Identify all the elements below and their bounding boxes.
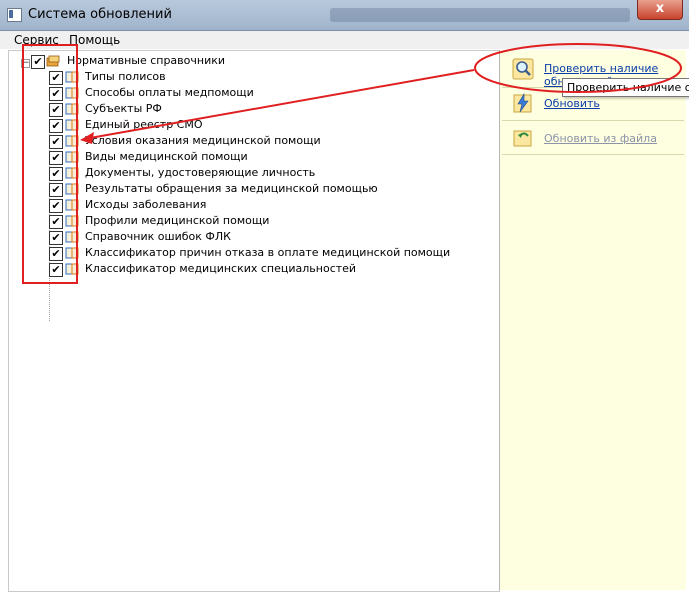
update-from-file-action[interactable]: Обновить из файла — [512, 126, 682, 154]
menu-bar: Сервис Помощь — [0, 31, 689, 49]
app-window-icon — [7, 8, 22, 22]
title-bar: Система обновлений x — [0, 0, 689, 31]
tree-item[interactable]: ✔ Виды медицинской помощи — [9, 150, 489, 166]
tree-item[interactable]: ✔ Субъекты РФ — [9, 102, 489, 118]
check-updates-link-line1[interactable]: Проверить наличие — [544, 62, 658, 75]
tree-item-label: Справочник ошибок ФЛК — [85, 230, 231, 243]
window-title: Система обновлений — [28, 7, 172, 22]
tree-item[interactable]: ✔ Единый реестр СМО — [9, 118, 489, 134]
update-from-file-link[interactable]: Обновить из файла — [544, 132, 657, 145]
tree-item-label: Классификатор медицинских специальностей — [85, 262, 357, 275]
tree-item-label: Результаты обращения за медицинской помо… — [85, 182, 378, 195]
tree-item-label: Способы оплаты медпомощи — [85, 86, 254, 99]
actions-panel: Проверить наличие обновлений Обновить Об… — [499, 50, 686, 590]
close-button[interactable]: x — [637, 0, 683, 20]
annotation-box — [22, 44, 78, 284]
tree-item-label: Типы полисов — [85, 70, 166, 83]
tree-item[interactable]: ✔ Справочник ошибок ФЛК — [9, 230, 489, 246]
tree-root-label: Нормативные справочники — [67, 54, 226, 67]
lightning-icon — [513, 92, 532, 113]
tree-item[interactable]: ✔ Документы, удостоверяющие личность — [9, 166, 489, 182]
tree-item-label: Классификатор причин отказа в оплате мед… — [85, 246, 451, 259]
background-window-blur — [330, 8, 630, 22]
tree-item-label: Виды медицинской помощи — [85, 150, 248, 163]
tree-item-label: Условия оказания медицинской помощи — [85, 134, 321, 147]
tree-root[interactable]: − ✔ Нормативные справочники — [9, 54, 489, 70]
tree-item[interactable]: ✔ Классификатор медицинских специальносте… — [9, 262, 489, 278]
tree-item[interactable]: ✔ Исходы заболевания — [9, 198, 489, 214]
divider — [502, 154, 684, 155]
tree-item[interactable]: ✔ Условия оказания медицинской помощи — [9, 134, 489, 150]
tooltip: Проверить наличие обновлений — [562, 78, 689, 97]
update-link[interactable]: Обновить — [544, 97, 600, 110]
tree-item-label: Единый реестр СМО — [85, 118, 203, 131]
tree-panel: − ✔ Нормативные справочники ✔ Типы полисо… — [8, 50, 500, 592]
tree-item[interactable]: ✔ Профили медицинской помощи — [9, 214, 489, 230]
tree-item[interactable]: ✔ Результаты обращения за медицинской пом… — [9, 182, 489, 198]
tree-item[interactable]: ✔ Способы оплаты медпомощи — [9, 86, 489, 102]
tree-item-label: Документы, удостоверяющие личность — [85, 166, 316, 179]
magnifier-icon — [512, 58, 534, 80]
tree-item-label: Профили медицинской помощи — [85, 214, 270, 227]
divider — [502, 120, 684, 121]
folder-icon — [513, 130, 532, 147]
tree-item[interactable]: ✔ Типы полисов — [9, 70, 489, 86]
tree-item-label: Субъекты РФ — [85, 102, 162, 115]
tree-item[interactable]: ✔ Классификатор причин отказа в оплате ме… — [9, 246, 489, 262]
tree-item-label: Исходы заболевания — [85, 198, 207, 211]
